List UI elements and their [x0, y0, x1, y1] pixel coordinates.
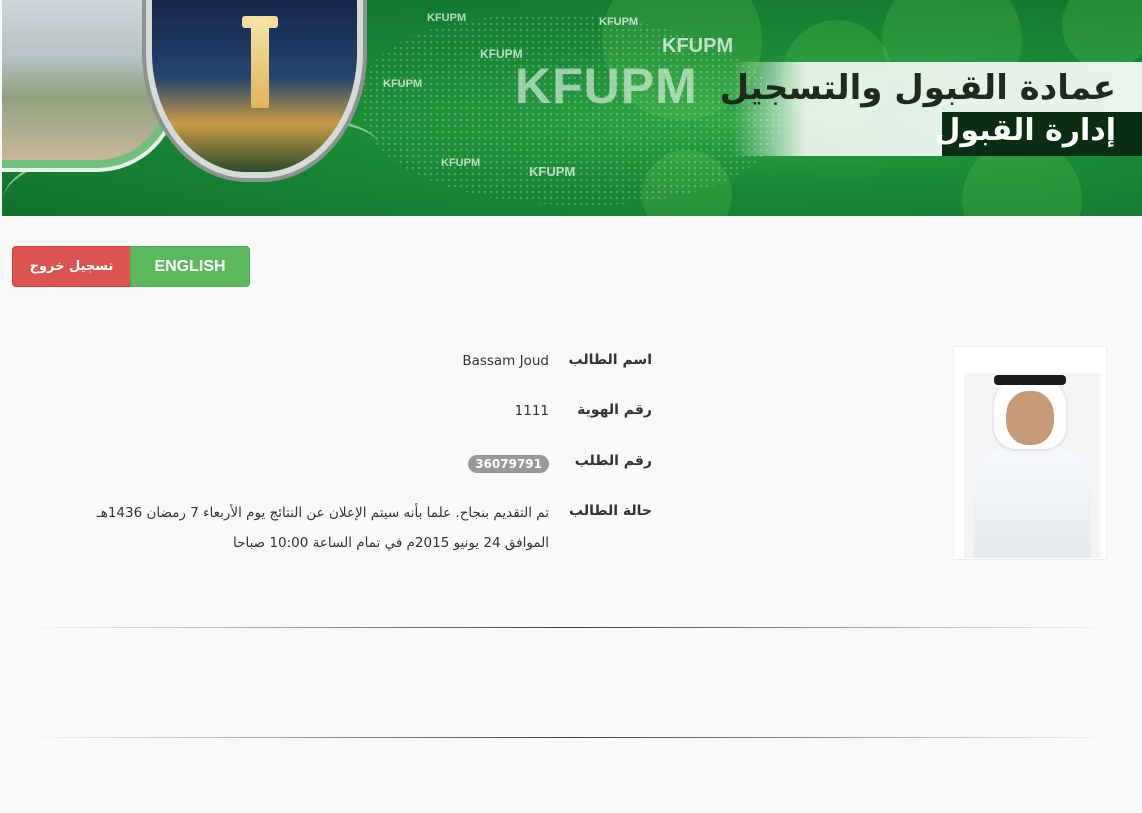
kfupm-watermark: KFUPM	[529, 164, 576, 179]
id-number-label: رقم الهوية	[577, 402, 652, 418]
logout-button[interactable]: تسجيل خروج	[12, 246, 131, 287]
application-number-label: رقم الطلب	[574, 453, 652, 469]
section-divider	[24, 627, 1116, 628]
bokeh-decoration	[1062, 0, 1142, 70]
kfupm-watermark: KFUPM	[662, 35, 734, 57]
face-graphic	[1006, 391, 1054, 445]
student-status-line2: الموافق 24 يونيو 2015م في تمام الساعة 10…	[233, 535, 549, 551]
thobe-graphic	[974, 443, 1091, 558]
campus-photo	[2, 0, 167, 160]
application-number-badge: 36079791	[468, 455, 549, 473]
student-status-line1: تم التقديم بنجاح. علما بأنه سيتم الإعلان…	[96, 505, 549, 521]
student-status-label: حالة الطالب	[569, 503, 652, 519]
student-name-label: اسم الطالب	[568, 352, 652, 368]
page-subtitle: إدارة القبول	[934, 113, 1116, 148]
header-banner: KFUPM KFUPM KFUPM KFUPM KFUPM KFUPM KFUP…	[2, 0, 1142, 216]
student-name-value: Bassam Joud	[462, 353, 549, 369]
kfupm-watermark: KFUPM	[427, 12, 467, 24]
kfupm-logo-text: KFUPM	[515, 58, 698, 114]
kfupm-watermark: KFUPM	[441, 157, 481, 169]
tower-graphic	[251, 18, 269, 108]
english-language-button[interactable]: ENGLISH	[130, 246, 250, 287]
agal-graphic	[994, 375, 1066, 385]
section-divider	[24, 737, 1116, 738]
id-number-value: 1111	[514, 403, 549, 419]
student-portrait	[964, 373, 1101, 558]
student-photo	[953, 346, 1107, 560]
kfupm-watermark: KFUPM	[383, 78, 423, 90]
kfupm-watermark: KFUPM	[599, 16, 639, 28]
page-title: عمادة القبول والتسجيل	[719, 68, 1116, 108]
